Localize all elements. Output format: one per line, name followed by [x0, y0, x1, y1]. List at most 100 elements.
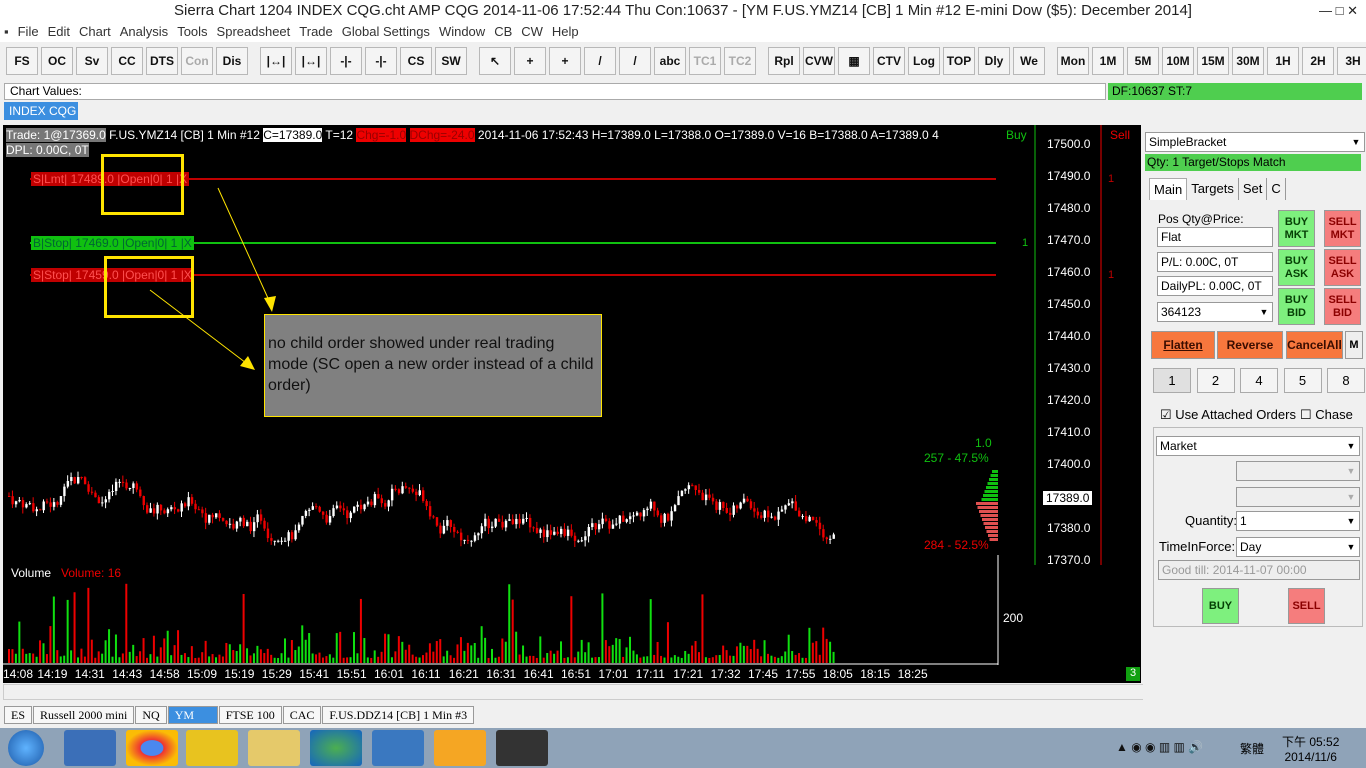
- candle: [384, 503, 387, 507]
- chevron-down-icon[interactable]: ▼: [1343, 462, 1359, 480]
- toolbar-button[interactable]: We: [1013, 47, 1045, 75]
- volume-bar: [218, 654, 221, 663]
- volume-bar: [346, 657, 349, 663]
- toolbar-button[interactable]: 5M: [1127, 47, 1159, 75]
- buy-bid-button[interactable]: BUY BID: [1278, 288, 1315, 325]
- taskbar-app-camera[interactable]: [496, 730, 548, 766]
- ime-indicator[interactable]: 繁體: [1240, 740, 1264, 757]
- buy-market-button[interactable]: BUY MKT: [1278, 210, 1315, 247]
- taskbar-app-outlook[interactable]: [64, 730, 116, 766]
- panel-tab-main[interactable]: Main: [1149, 178, 1188, 200]
- taskbar-app-explorer[interactable]: [248, 730, 300, 766]
- toolbar-button[interactable]: 1M: [1092, 47, 1124, 75]
- use-attached-orders-checkbox[interactable]: ☑ Use Attached Orders: [1160, 407, 1296, 423]
- toolbar-button[interactable]: TOP: [943, 47, 975, 75]
- toolbar-button[interactable]: Dly: [978, 47, 1010, 75]
- candle: [177, 509, 180, 512]
- toolbar-button[interactable]: TC2: [724, 47, 756, 75]
- volume-profile-bar: [983, 494, 998, 497]
- tif-select[interactable]: Day ▼: [1236, 537, 1360, 557]
- time-axis-label: 15:41: [299, 667, 330, 681]
- clock[interactable]: 下午 05:52 2014/11/6: [1282, 733, 1339, 764]
- clock-time: 下午 05:52: [1282, 735, 1340, 749]
- chevron-down-icon[interactable]: ▼: [1343, 488, 1359, 506]
- toolbar-button[interactable]: 30M: [1232, 47, 1264, 75]
- taskbar-app-sierrachart[interactable]: [372, 730, 424, 766]
- candle: [232, 523, 235, 529]
- flatten-button[interactable]: Flatten: [1151, 331, 1215, 359]
- price-select-2[interactable]: ▼: [1236, 487, 1360, 507]
- chartbook-tab[interactable]: Russell 2000 mini: [33, 706, 135, 724]
- chevron-down-icon[interactable]: ▼: [1343, 538, 1359, 556]
- account-select[interactable]: 364123 ▼: [1157, 302, 1273, 322]
- sell-market-button[interactable]: SELL MKT: [1324, 210, 1361, 247]
- chevron-down-icon[interactable]: ▼: [1343, 437, 1359, 455]
- volume-bar: [363, 638, 366, 663]
- chartbook-tab[interactable]: FTSE 100: [218, 706, 282, 724]
- toolbar-button[interactable]: 10M: [1162, 47, 1194, 75]
- toolbar-button[interactable]: 15M: [1197, 47, 1229, 75]
- volume-bar: [804, 657, 807, 663]
- volume-bar: [332, 657, 335, 663]
- price-select-1[interactable]: ▼: [1236, 461, 1360, 481]
- volume-bar: [784, 651, 787, 663]
- chartbook-tab[interactable]: NQ: [135, 706, 167, 724]
- volume-profile-bar: [986, 486, 998, 489]
- volume-bar: [811, 642, 814, 663]
- toolbar-button[interactable]: CVW: [803, 47, 835, 75]
- time-axis-label: 16:31: [486, 667, 517, 681]
- qty-preset-button[interactable]: 5: [1283, 368, 1322, 393]
- buy-button[interactable]: BUY: [1202, 588, 1239, 624]
- chartbook-tab[interactable]: YM: [167, 706, 218, 724]
- volume-bar: [280, 653, 283, 663]
- taskbar-app-chrome[interactable]: [126, 730, 178, 766]
- order-type-select[interactable]: Market ▼: [1156, 436, 1360, 456]
- taskbar-app-globe[interactable]: [310, 730, 362, 766]
- chevron-down-icon[interactable]: ▼: [1256, 303, 1272, 321]
- sell-button[interactable]: SELL: [1288, 588, 1325, 624]
- candle: [491, 526, 494, 529]
- chartbook-tab[interactable]: F.US.DDZ14 [CB] 1 Min #3: [322, 706, 475, 724]
- buy-ask-button[interactable]: BUY ASK: [1278, 249, 1315, 286]
- qty-preset-button[interactable]: 8: [1327, 368, 1365, 393]
- candle: [339, 505, 342, 509]
- toolbar-button[interactable]: 2H: [1302, 47, 1334, 75]
- tray-icons[interactable]: ▲ ◉ ◉ ▥ ▥ 🔊: [1116, 740, 1203, 754]
- toolbar-button[interactable]: CTV: [873, 47, 905, 75]
- panel-tab-c[interactable]: C: [1267, 178, 1286, 200]
- volume-bar: [146, 657, 148, 663]
- qty-preset-button[interactable]: 2: [1196, 368, 1235, 393]
- chartbook-tab[interactable]: ES: [4, 706, 33, 724]
- reverse-button[interactable]: Reverse: [1217, 331, 1283, 359]
- quantity-select[interactable]: 1 ▼: [1236, 511, 1360, 531]
- chevron-down-icon[interactable]: ▼: [1348, 133, 1364, 151]
- taskbar-app-3[interactable]: [434, 730, 486, 766]
- strategy-select[interactable]: SimpleBracket ▼: [1145, 132, 1365, 152]
- m-button[interactable]: M: [1345, 331, 1363, 359]
- volume-bar: [546, 653, 549, 663]
- taskbar-app-1[interactable]: [186, 730, 238, 766]
- candle: [798, 510, 801, 517]
- qty-preset-button[interactable]: 1: [1153, 368, 1191, 393]
- toolbar-button[interactable]: 3H: [1337, 47, 1366, 75]
- sell-bid-button[interactable]: SELL BID: [1324, 288, 1361, 325]
- toolbar-button[interactable]: Rpl: [768, 47, 800, 75]
- chevron-down-icon[interactable]: ▼: [1343, 512, 1359, 530]
- chase-checkbox[interactable]: ☐ Chase: [1300, 407, 1353, 423]
- cancel-all-button[interactable]: CancelAll: [1286, 331, 1343, 359]
- panel-tab-targets[interactable]: Targets: [1187, 178, 1239, 200]
- window-controls[interactable]: — □ ✕: [1319, 0, 1358, 22]
- candle: [346, 510, 349, 519]
- qty-preset-button[interactable]: 4: [1240, 368, 1278, 393]
- toolbar-button[interactable]: 1H: [1267, 47, 1299, 75]
- start-button[interactable]: [8, 730, 44, 766]
- sell-ask-button[interactable]: SELL ASK: [1324, 249, 1361, 286]
- volume-bar: [742, 645, 745, 663]
- candle: [501, 521, 504, 528]
- volume-bar: [287, 657, 290, 663]
- panel-tab-set[interactable]: Set: [1239, 178, 1268, 200]
- toolbar-button[interactable]: Mon: [1057, 47, 1089, 75]
- toolbar-button[interactable]: ▦: [838, 47, 870, 75]
- chartbook-tab[interactable]: CAC: [282, 706, 322, 724]
- toolbar-button[interactable]: Log: [908, 47, 940, 75]
